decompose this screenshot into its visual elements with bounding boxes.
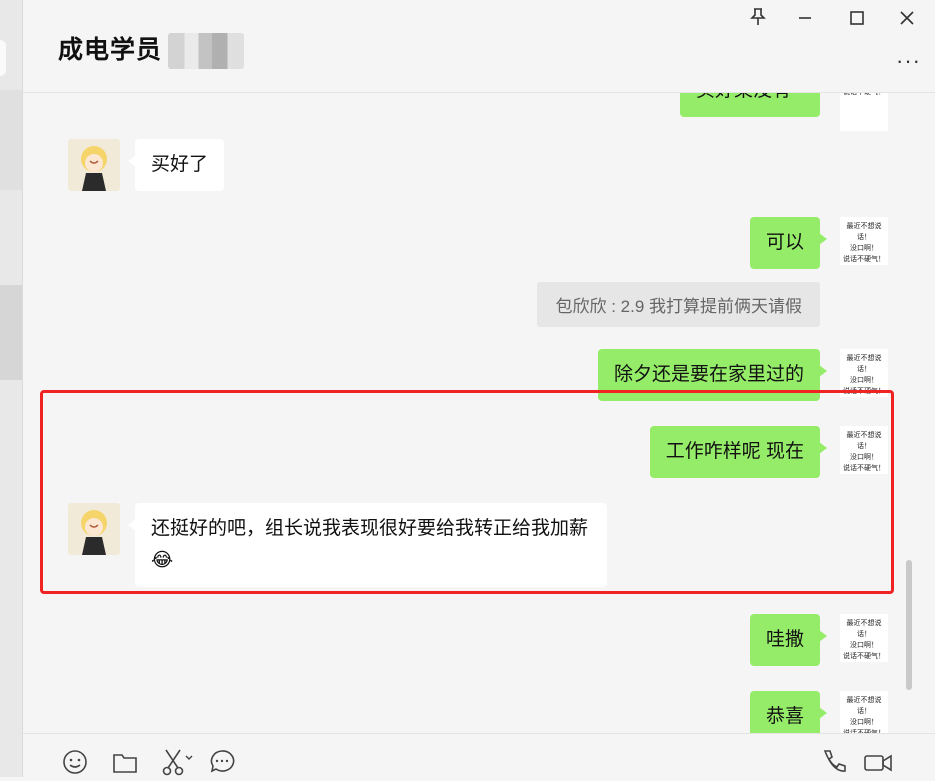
message-bubble-self[interactable]: 哇撒 <box>749 614 828 666</box>
video-icon[interactable] <box>863 748 893 778</box>
pin-icon[interactable] <box>746 8 770 32</box>
input-toolbar <box>23 733 935 778</box>
avatar-self-text: 没口啊！ <box>850 719 878 726</box>
quoted-message[interactable]: 包欣欣 : 2.9 我打算提前俩天请假 <box>537 282 820 327</box>
close-icon[interactable] <box>895 8 919 32</box>
message-text: 买好菜没有 <box>696 93 791 101</box>
avatar-self-text: 说话不硬气！ <box>843 256 885 263</box>
message-text: 买好了 <box>151 154 209 175</box>
blurred-name <box>168 33 244 69</box>
quoted-message-text: 包欣欣 : 2.9 我打算提前俩天请假 <box>555 297 802 316</box>
message-bubble-self[interactable]: 可以 <box>749 217 828 269</box>
chat-title: 成电学员 <box>58 36 163 64</box>
avatar-self-text: 没口啊！ <box>850 642 878 649</box>
avatar-self-text: 最近不想说话！ <box>846 697 882 715</box>
scrollbar-thumb[interactable] <box>906 560 912 690</box>
avatar-self-text: 最近不想说话！ <box>846 223 882 241</box>
avatar-self[interactable]: 最近不想说话！ 没口啊！ 说话不硬气！ <box>840 614 888 662</box>
message-bubble-contact[interactable]: 买好了 <box>127 139 225 191</box>
avatar-self-text: 最近不想说话！ <box>846 620 882 638</box>
message-text: 哇撒 <box>765 629 804 650</box>
message-text: 除夕还是要在家里过的 <box>613 364 804 385</box>
message-text: 可以 <box>765 232 804 253</box>
session-list-edge <box>0 0 23 777</box>
avatar-self-text: 最近不想说话！ <box>846 355 882 373</box>
session-item-shade[interactable] <box>0 90 22 190</box>
avatar-self-text: 说话不硬气！ <box>840 93 888 98</box>
chat-header: 成电学员 ··· <box>23 0 935 93</box>
avatar-self-text: 没口啊！ <box>850 377 878 384</box>
session-item-selected[interactable] <box>0 285 22 380</box>
more-options-icon[interactable]: ··· <box>896 48 921 74</box>
minimize-icon[interactable] <box>793 8 817 32</box>
message-bubble-self[interactable]: 恭喜 <box>749 691 828 733</box>
avatar-self-text: 说话不硬气！ <box>843 653 885 660</box>
avatar-self[interactable]: 最近不想说话！ 没口啊！ 说话不硬气！ <box>840 691 888 733</box>
message-text: 恭喜 <box>765 706 804 727</box>
avatar-self[interactable]: 说话不硬气！ <box>840 93 888 131</box>
maximize-icon[interactable] <box>845 8 869 32</box>
chat-bubble-icon[interactable] <box>208 748 238 778</box>
highlight-annotation-box <box>40 390 894 594</box>
avatar-self-text: 没口啊！ <box>850 245 878 252</box>
scissors-icon[interactable] <box>160 748 193 778</box>
avatar-contact[interactable] <box>68 139 120 191</box>
phone-icon[interactable] <box>819 748 849 778</box>
message-bubble-self[interactable]: 买好菜没有 <box>680 93 820 117</box>
folder-icon[interactable] <box>111 748 141 778</box>
avatar-self[interactable]: 最近不想说话！ 没口啊！ 说话不硬气！ <box>840 217 888 265</box>
emoji-icon[interactable] <box>61 748 91 778</box>
session-list-top <box>0 40 6 76</box>
